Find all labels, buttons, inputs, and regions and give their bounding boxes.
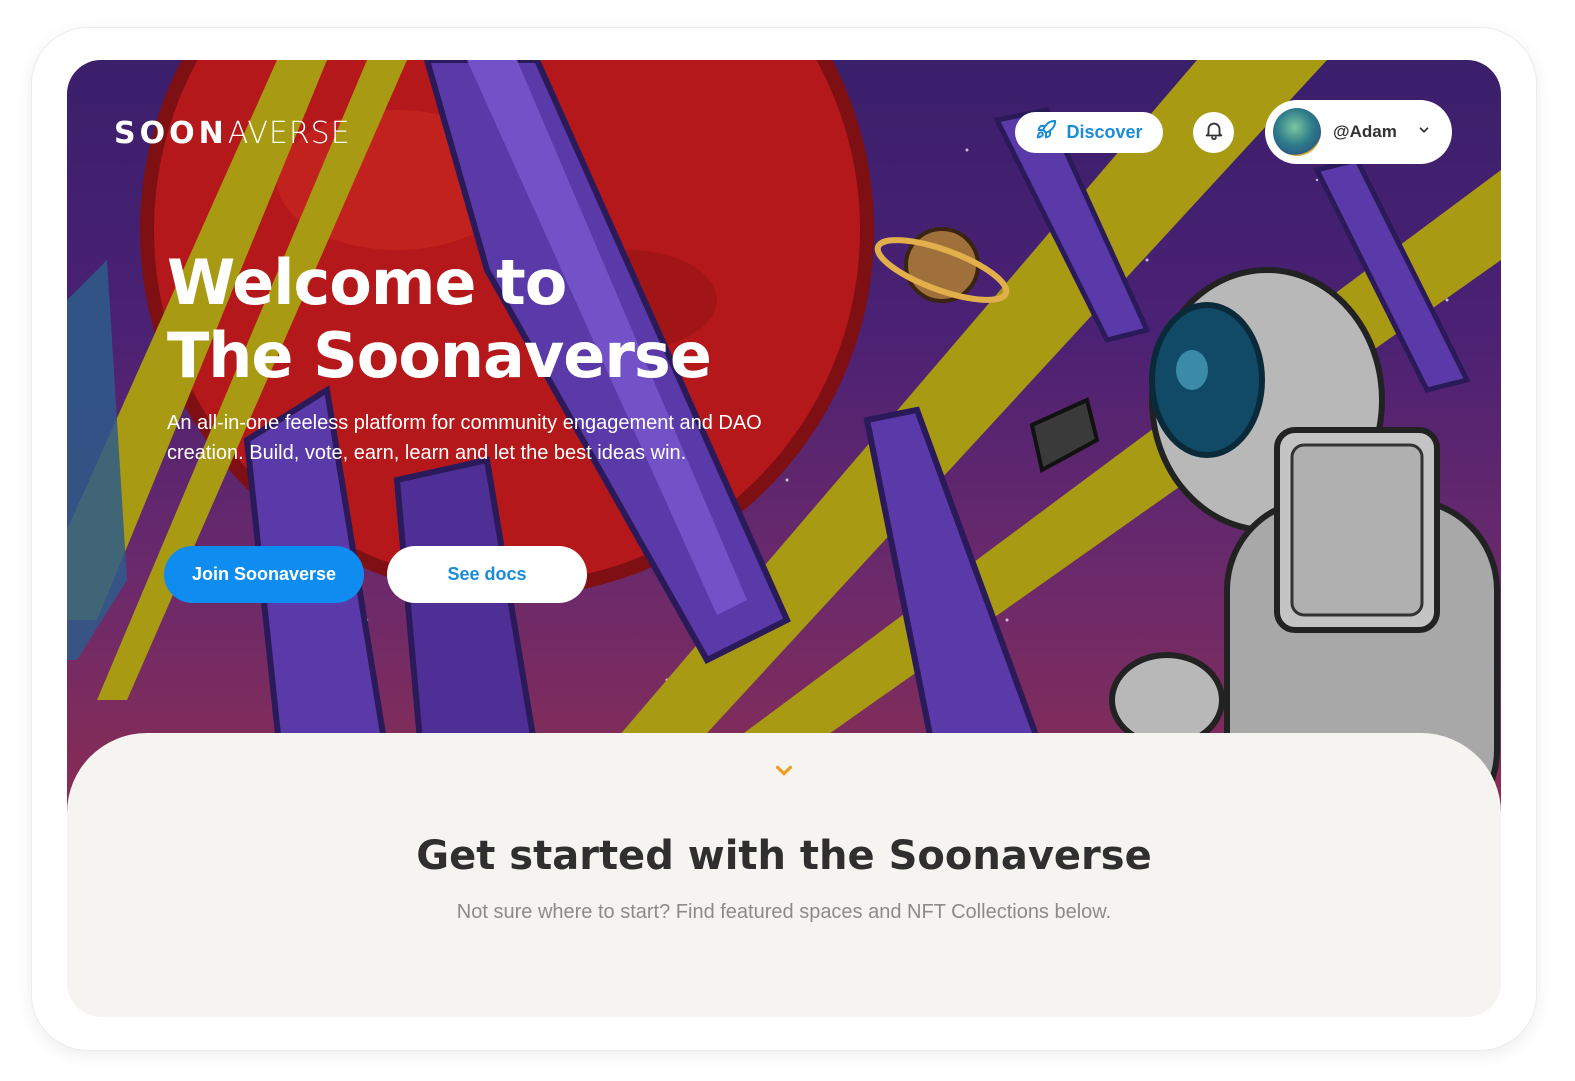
see-docs-button[interactable]: See docs xyxy=(387,546,587,603)
section-title: Get started with the Soonaverse xyxy=(416,833,1152,879)
section-subtitle: Not sure where to start? Find featured s… xyxy=(456,901,1112,923)
discover-label: Discover xyxy=(1066,122,1143,142)
username-label: @Adam xyxy=(1333,122,1397,141)
chevron-down-icon xyxy=(1417,123,1431,142)
get-started-section: Get started with the Soonaverse Not sure… xyxy=(67,733,1501,1017)
hero-title: Welcome to The Soonaverse xyxy=(167,246,712,392)
hero-title-line1: Welcome to xyxy=(167,246,567,319)
chevron-down-icon[interactable] xyxy=(773,763,795,784)
hero-title-line2: The Soonaverse xyxy=(167,319,712,392)
logo-thin-text: AVERSE xyxy=(227,116,351,151)
rocket-icon xyxy=(1035,119,1057,146)
join-soonaverse-button[interactable]: Join Soonaverse xyxy=(164,546,364,603)
logo-bold-text: SOON xyxy=(114,116,228,151)
soonaverse-logo[interactable]: SOONAVERSE xyxy=(114,116,351,151)
hero-description: An all-in-one feeless platform for commu… xyxy=(167,412,762,464)
avatar xyxy=(1273,108,1321,156)
user-menu[interactable]: @Adam xyxy=(1265,100,1452,164)
discover-button[interactable]: Discover xyxy=(1015,112,1163,153)
notifications-button[interactable] xyxy=(1193,112,1234,153)
page-card: SOONAVERSE Discover @Adam Welcome to The… xyxy=(67,60,1501,1017)
hero-banner: SOONAVERSE Discover @Adam Welcome to The… xyxy=(67,60,1501,820)
bell-icon xyxy=(1203,119,1225,146)
